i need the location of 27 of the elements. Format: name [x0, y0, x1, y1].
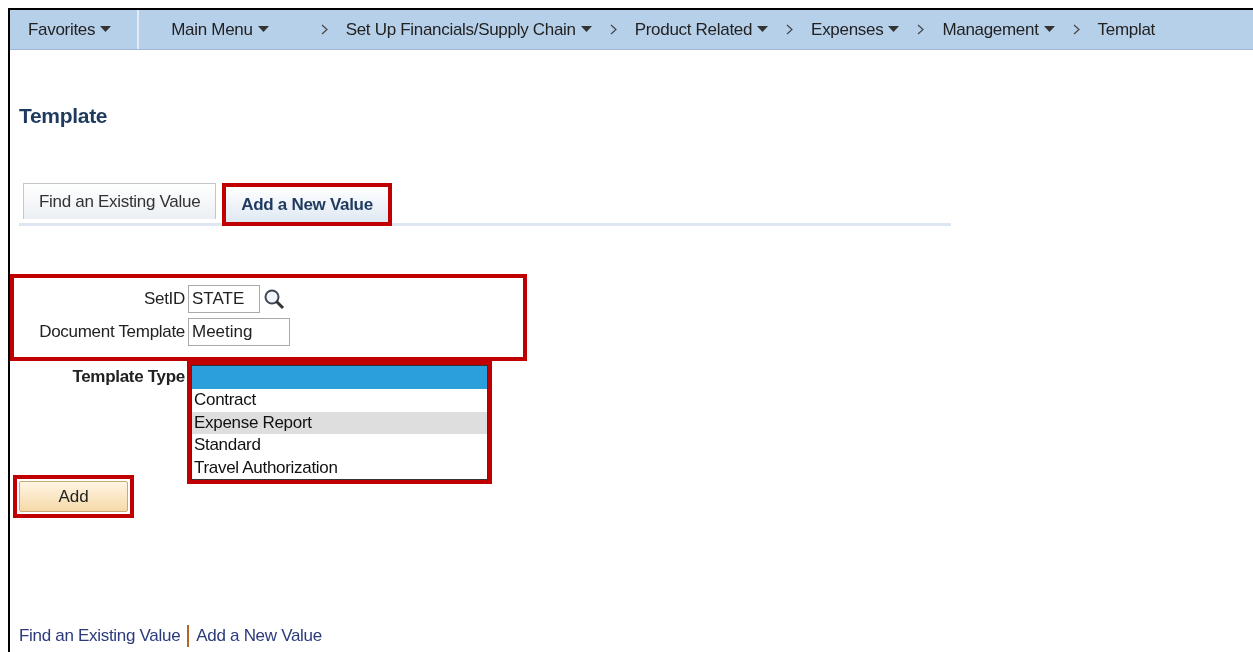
- chevron-right-icon: [609, 24, 617, 35]
- search-icon[interactable]: [263, 288, 285, 310]
- add-button[interactable]: Add: [19, 481, 128, 513]
- breadcrumb-menu[interactable]: Templat: [1097, 16, 1156, 43]
- input-field[interactable]: STATE: [188, 285, 260, 313]
- dropdown-option[interactable]: Travel Authorization: [192, 456, 487, 479]
- breadcrumb-menu[interactable]: Set Up Financials/Supply Chain: [345, 16, 592, 43]
- dropdown-option[interactable]: Standard: [192, 434, 487, 457]
- link[interactable]: Add a New Value: [196, 623, 322, 649]
- tab[interactable]: Find an Existing Value: [23, 182, 217, 219]
- field-label: SetID: [142, 288, 185, 311]
- dropdown-option[interactable]: Contract: [192, 389, 487, 412]
- breadcrumb-menu[interactable]: Main Menu: [171, 16, 269, 43]
- chevron-right-icon: [786, 24, 794, 35]
- field-label: Document Template: [38, 321, 185, 344]
- link[interactable]: Find an Existing Value: [19, 623, 181, 649]
- field-label: Template Type: [71, 366, 185, 388]
- dropdown-option[interactable]: Expense Report: [192, 411, 487, 434]
- breadcrumb-menu[interactable]: Management: [942, 16, 1055, 43]
- chevron-right-icon: [1072, 24, 1080, 35]
- breadcrumb-menu[interactable]: Expenses: [811, 16, 900, 43]
- input-field[interactable]: Meeting: [188, 318, 290, 346]
- favorites-menu[interactable]: Favorites: [28, 16, 112, 43]
- page-title: Template: [19, 103, 109, 129]
- chevron-right-icon: [917, 24, 925, 35]
- chevron-right-icon: [320, 24, 328, 35]
- breadcrumb-menu[interactable]: Product Related: [634, 16, 769, 43]
